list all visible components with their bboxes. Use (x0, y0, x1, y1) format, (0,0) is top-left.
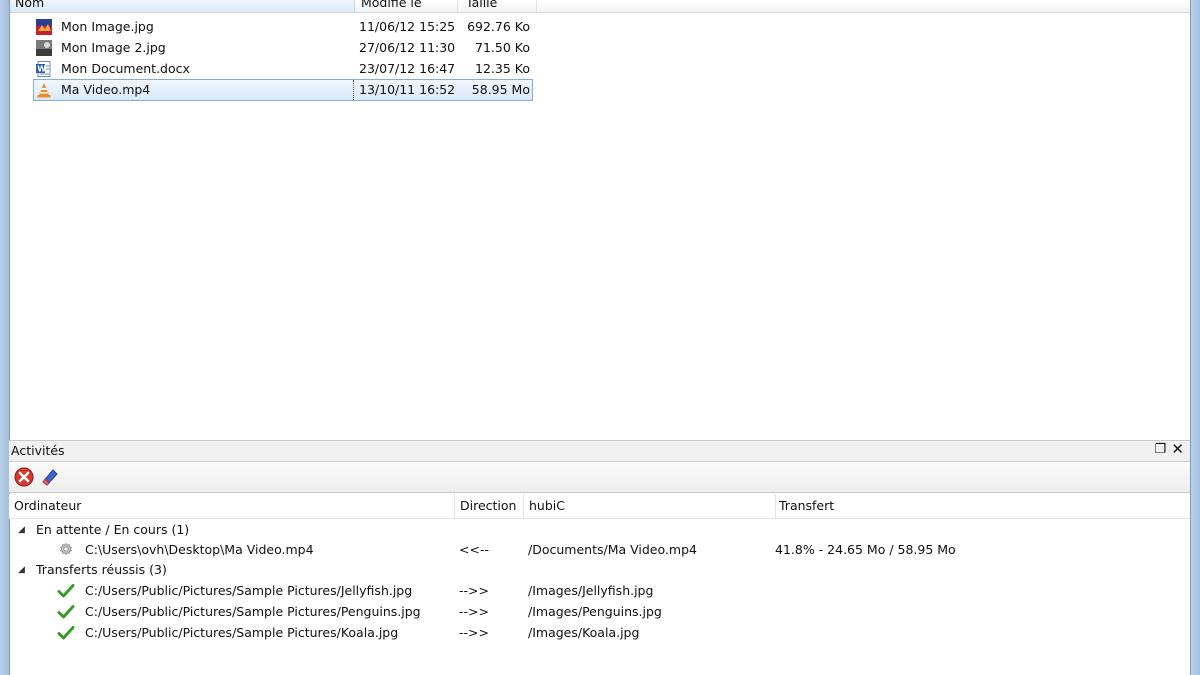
column-header-hubic[interactable]: hubiC (524, 494, 776, 518)
cancel-transfer-icon[interactable] (14, 467, 34, 487)
transfer-direction: -->> (459, 583, 489, 598)
file-size: 58.95 Mo (471, 82, 530, 97)
expand-arrow-icon[interactable]: ◢ (18, 560, 25, 580)
local-path: C:/Users/Public/Pictures/Sample Pictures… (85, 583, 413, 598)
transfer-row[interactable]: C:\Users\ovh\Desktop\Ma Video.mp4 <<-- /… (9, 540, 1190, 560)
column-header-size[interactable]: Taille (461, 0, 537, 12)
remote-path: /Documents/Ma Video.mp4 (528, 542, 697, 557)
eraser-clear-icon[interactable] (40, 467, 60, 487)
activities-table-header: Ordinateur Direction hubiC Transfert (9, 494, 1190, 519)
file-size: 71.50 Ko (475, 40, 530, 55)
group-label: En attente / En cours (1) (36, 522, 190, 537)
file-name: Ma Video.mp4 (61, 82, 151, 97)
file-modified: 27/06/12 11:30 (359, 40, 456, 55)
file-size: 12.35 Ko (475, 61, 530, 76)
remote-path: /Images/Koala.jpg (528, 625, 640, 640)
file-list[interactable]: Nom Modifié le Taille Mon Image.jpg 11/0… (10, 0, 1189, 436)
vlc-video-icon (36, 82, 52, 98)
transfer-row[interactable]: C:/Users/Public/Pictures/Sample Pictures… (9, 581, 1190, 601)
transfer-direction: -->> (459, 604, 489, 619)
expand-arrow-icon[interactable]: ◢ (18, 520, 25, 540)
file-name: Mon Image.jpg (61, 19, 154, 34)
file-modified: 13/10/11 16:52 (359, 82, 456, 97)
svg-text:W: W (37, 65, 46, 74)
group-row-completed[interactable]: ◢ Transferts réussis (3) (9, 560, 1190, 580)
close-panel-icon[interactable]: ✕ (1171, 440, 1184, 458)
file-name: Mon Image 2.jpg (61, 40, 166, 55)
check-icon (57, 604, 75, 620)
local-path: C:/Users/Public/Pictures/Sample Pictures… (85, 604, 421, 619)
group-row-pending[interactable]: ◢ En attente / En cours (1) (9, 520, 1190, 540)
transfer-direction: <<-- (459, 542, 489, 557)
window-right-edge (1190, 0, 1200, 675)
file-modified: 23/07/12 16:47 (359, 61, 456, 76)
activities-panel-title: Activités ❐ ✕ (9, 440, 1190, 462)
restore-panel-icon[interactable]: ❐ (1154, 442, 1166, 457)
image-icon (36, 40, 52, 56)
activities-toolbar (9, 462, 1190, 493)
local-path: C:/Users/Public/Pictures/Sample Pictures… (85, 625, 399, 640)
activities-title: Activités (11, 443, 65, 458)
file-row[interactable]: W Mon Document.docx 23/07/12 16:47 12.35… (34, 59, 532, 79)
file-list-header: Nom Modifié le Taille (10, 0, 1189, 13)
check-icon (57, 583, 75, 599)
column-header-transfer[interactable]: Transfert (774, 494, 1189, 518)
group-label: Transferts réussis (3) (36, 562, 167, 577)
focus-separator (353, 80, 355, 100)
file-name: Mon Document.docx (61, 61, 190, 76)
local-path: C:\Users\ovh\Desktop\Ma Video.mp4 (85, 542, 314, 557)
transfer-progress: 41.8% - 24.65 Mo / 58.95 Mo (775, 542, 956, 557)
file-size: 692.76 Ko (467, 19, 530, 34)
transfer-direction: -->> (459, 625, 489, 640)
column-header-modified[interactable]: Modifié le (356, 0, 458, 12)
file-modified: 11/06/12 15:25 (359, 19, 456, 34)
column-header-direction[interactable]: Direction (455, 494, 524, 518)
column-header-name[interactable]: Nom (10, 0, 355, 12)
check-icon (57, 625, 75, 641)
remote-path: /Images/Jellyfish.jpg (528, 583, 654, 598)
file-row[interactable]: Mon Image.jpg 11/06/12 15:25 692.76 Ko (34, 17, 532, 37)
column-header-computer[interactable]: Ordinateur (9, 494, 455, 518)
remote-path: /Images/Penguins.jpg (528, 604, 662, 619)
file-row-selected[interactable]: Ma Video.mp4 13/10/11 16:52 58.95 Mo (33, 79, 533, 101)
word-document-icon: W (36, 61, 52, 77)
image-icon (36, 19, 52, 35)
file-row[interactable]: Mon Image 2.jpg 27/06/12 11:30 71.50 Ko (34, 38, 532, 58)
transfer-row[interactable]: C:/Users/Public/Pictures/Sample Pictures… (9, 623, 1190, 643)
gear-icon (57, 542, 75, 558)
transfer-row[interactable]: C:/Users/Public/Pictures/Sample Pictures… (9, 602, 1190, 622)
